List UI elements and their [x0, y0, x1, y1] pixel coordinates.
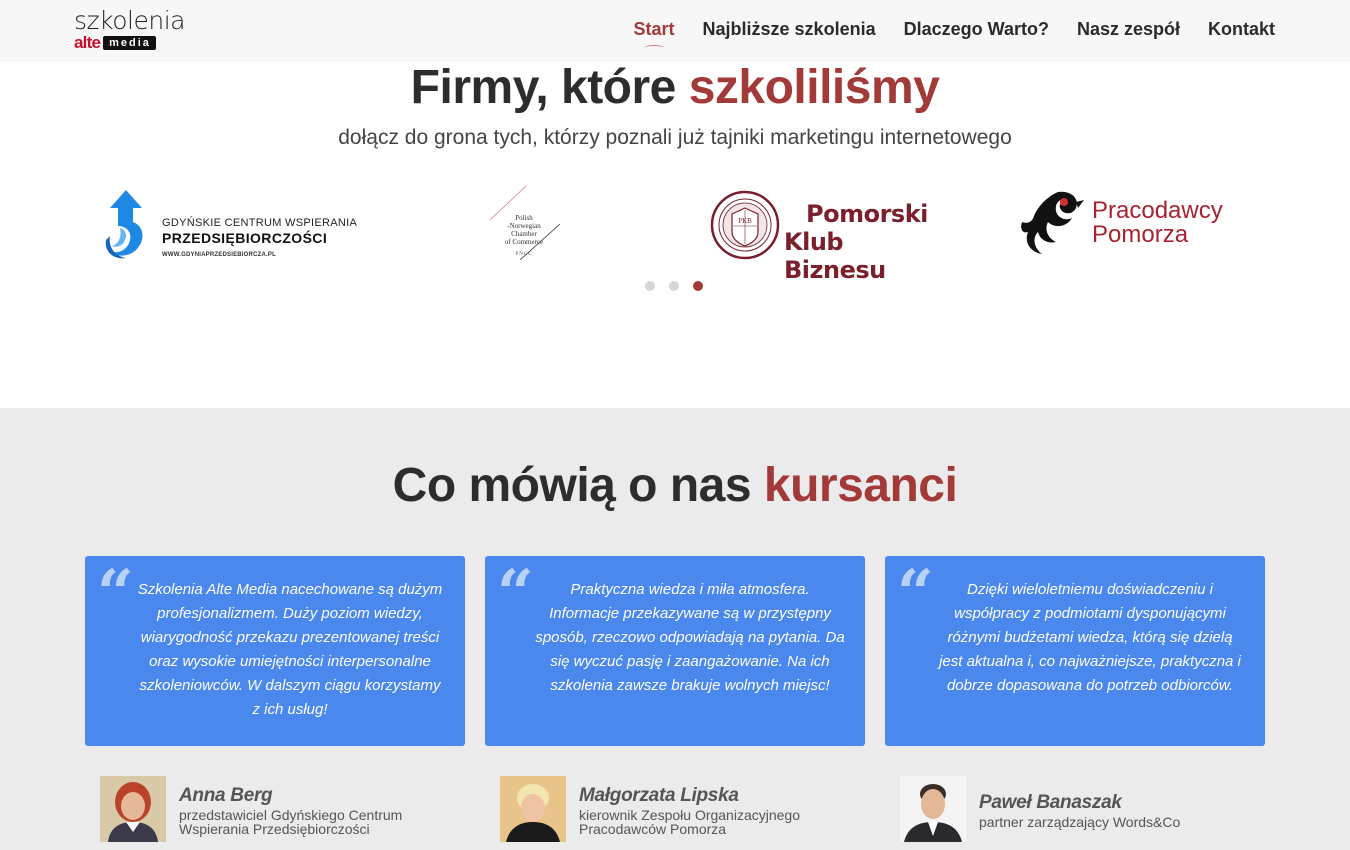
site-header: szkolenia alte media Start Najbliższe sz… [0, 0, 1350, 62]
avatar [100, 776, 166, 842]
testimonial-card: “ Praktyczna wiedza i miła atmosfera. In… [485, 556, 865, 746]
author-role: kierownik Zespołu Organizacyjnego Pracod… [579, 807, 800, 837]
testimonial-author: Paweł Banaszak partner zarządzający Word… [885, 774, 1265, 844]
nav-label: Nasz zespół [1076, 19, 1180, 39]
author-name: Anna Berg [179, 785, 273, 806]
nav-item-najblizsze-szkolenia[interactable]: Najbliższe szkolenia [703, 19, 876, 40]
pncc-line: of Commerce [504, 238, 544, 246]
pncc-name: Polish -Norwegian Chamber of Commerce [494, 214, 554, 246]
pncc-line: -Norwegian [507, 222, 541, 230]
carousel-dot[interactable] [645, 281, 655, 291]
client-logo-pkb[interactable]: PKB Pomorski Klub Biznesu [710, 180, 950, 284]
testimonial-quote: Dzięki wieloletniemu doświadczeniu i wsp… [939, 581, 1241, 694]
gcwp-name-line1: GDYŃSKIE CENTRUM WSPIERANIA [162, 217, 358, 229]
griffin-icon [1021, 191, 1084, 254]
avatar [900, 776, 966, 842]
nav-item-dlaczego-warto[interactable]: Dlaczego Warto? [904, 19, 1049, 40]
quote-icon: “ [97, 556, 134, 631]
logo-wordmark-bottom: alte media [74, 33, 194, 52]
client-logo-pracodawcy-pomorza[interactable]: Pracodawcy Pomorza [1018, 180, 1238, 270]
avatar [500, 776, 566, 842]
testimonials-section: Co mówią o nas kursanci “ Szkolenia Alte… [0, 408, 1350, 850]
testimonial-quote: Szkolenia Alte Media nacechowane są duży… [137, 581, 443, 718]
pncc-abbrev: PNCC [515, 252, 533, 257]
pkb-seal-icon [710, 190, 780, 260]
client-logo-pncc[interactable]: Polish -Norwegian Chamber of Commerce PN… [488, 180, 568, 270]
nav-label: Dlaczego Warto? [903, 19, 1049, 39]
firms-section-title: Firmy, które szkoliliśmy [0, 60, 1350, 115]
pncc-line: Polish [515, 214, 533, 222]
carousel-dot-active[interactable] [693, 281, 703, 291]
pkb-name-line1: Pomorski [806, 200, 928, 228]
quote-icon: “ [497, 556, 534, 631]
pp-name-line2: Pomorza [1092, 221, 1189, 248]
gcwp-name-line2: PRZEDSIĘBIORCZOŚCI [162, 230, 328, 246]
logo-wordmark-top: szkolenia [74, 6, 185, 35]
author-name: Paweł Banaszak [979, 792, 1122, 813]
carousel-pagination [645, 281, 703, 291]
testimonial-quote: Praktyczna wiedza i miła atmosfera. Info… [535, 581, 845, 694]
testimonials-title-accent: kursanci [763, 459, 958, 512]
firms-title-plain: Firmy, które [410, 61, 689, 114]
gcwp-arrow-icon [105, 190, 143, 259]
author-role: partner zarządzający Words&Co [979, 814, 1181, 830]
logo-brand-alte: alte [74, 33, 101, 52]
client-logo-gcwp[interactable]: GDYŃSKIE CENTRUM WSPIERANIA PRZEDSIĘBIOR… [104, 180, 364, 270]
pkb-name-line2: Klub Biznesu [784, 228, 886, 284]
nav-label: Kontakt [1208, 19, 1275, 39]
author-role: przedstawiciel Gdyńskiego Centrum Wspier… [179, 807, 403, 837]
avatar-photo-icon [100, 776, 166, 842]
nav-item-kontakt[interactable]: Kontakt [1208, 19, 1275, 40]
testimonial-card: “ Szkolenia Alte Media nacechowane są du… [85, 556, 465, 746]
testimonials-title-plain: Co mówią o nas [392, 459, 764, 512]
firms-section-subtitle: dołącz do grona tych, którzy poznali już… [338, 126, 1012, 149]
avatar-photo-icon [900, 776, 966, 842]
site-logo[interactable]: szkolenia alte media [74, 8, 194, 54]
logo-badge-media: media [103, 36, 156, 50]
pkb-seal-letters: PKB [738, 217, 752, 225]
nav-active-indicator [644, 45, 664, 51]
testimonial-author: Małgorzata Lipska kierownik Zespołu Orga… [485, 774, 865, 844]
quote-icon: “ [897, 556, 934, 631]
author-name: Małgorzata Lipska [579, 785, 739, 806]
nav-label: Najbliższe szkolenia [702, 19, 876, 39]
client-logo-carousel: GDYŃSKIE CENTRUM WSPIERANIA PRZEDSIĘBIOR… [0, 180, 1350, 284]
nav-item-nasz-zespol[interactable]: Nasz zespół [1077, 19, 1180, 40]
avatar-photo-icon [500, 776, 566, 842]
main-nav: Start Najbliższe szkolenia Dlaczego Wart… [606, 19, 1275, 46]
testimonials-title: Co mówią o nas kursanci [0, 458, 1350, 513]
testimonial-author: Anna Berg przedstawiciel Gdyńskiego Cent… [85, 774, 465, 844]
pncc-line: Chamber [511, 230, 537, 238]
gcwp-url: WWW.GDYNIAPRZEDSIEBIORCZA.PL [162, 252, 276, 258]
nav-label: Start [633, 19, 675, 39]
carousel-dot[interactable] [669, 281, 679, 291]
testimonial-card: “ Dzięki wieloletniemu doświadczeniu i w… [885, 556, 1265, 746]
firms-title-accent: szkoliliśmy [688, 61, 940, 114]
nav-item-start[interactable]: Start [633, 19, 675, 46]
